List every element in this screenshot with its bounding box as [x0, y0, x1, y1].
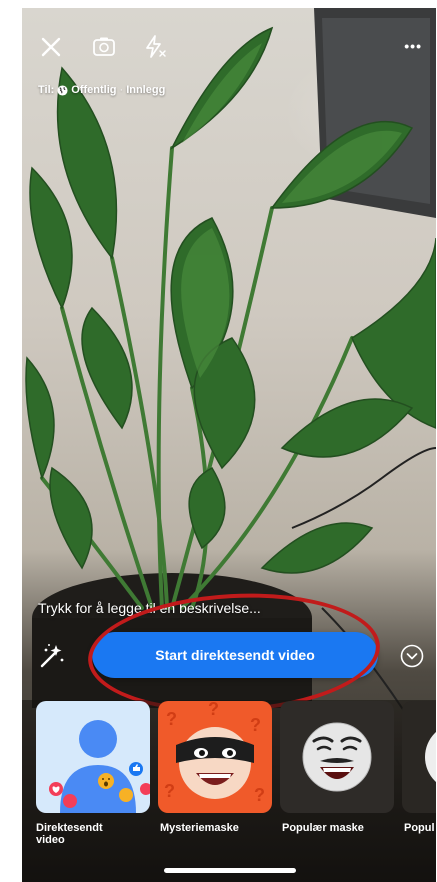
- audience-privacy: Offentlig: [71, 84, 117, 96]
- magic-wand-icon[interactable]: [38, 642, 66, 670]
- effect-label-mystery-mask: Mysteriemaske: [160, 822, 239, 834]
- more-icon[interactable]: •••: [404, 38, 422, 54]
- flip-camera-icon[interactable]: [92, 35, 116, 59]
- effect-tile-mystery-mask[interactable]: ?????: [158, 701, 272, 813]
- popular-mask-icon: [302, 722, 372, 792]
- svg-text:?: ?: [208, 701, 219, 719]
- mystery-mask-icon: ?????: [164, 701, 265, 805]
- chevron-down-icon[interactable]: [400, 644, 424, 668]
- effect-tile-live-video[interactable]: [36, 701, 150, 813]
- audience-prefix: Til:: [38, 84, 55, 96]
- effects-tray: Direktesendt video ????? Mysteriemaske P…: [22, 700, 436, 882]
- globe-icon: [57, 84, 68, 96]
- home-indicator: [164, 868, 296, 873]
- svg-text:?: ?: [166, 709, 177, 729]
- effect-label-live-video: Direktesendt video: [36, 822, 103, 846]
- effect-label-partial: Popul: [404, 822, 435, 834]
- audience-selector[interactable]: Til: Offentlig · Innlegg: [38, 84, 165, 96]
- partial-mask-icon: [425, 731, 436, 783]
- audience-destination: Innlegg: [126, 84, 166, 96]
- close-icon[interactable]: [40, 36, 62, 58]
- svg-text:?: ?: [254, 785, 265, 805]
- effect-tile-popular-mask[interactable]: [280, 701, 394, 813]
- svg-text:?: ?: [250, 715, 261, 735]
- camera-viewfinder[interactable]: ••• Til: Offentlig · Innlegg Trykk for å…: [22, 8, 436, 882]
- effect-tile-partial[interactable]: [402, 701, 436, 813]
- flash-off-icon[interactable]: [142, 34, 168, 60]
- svg-text:?: ?: [164, 781, 175, 801]
- live-avatar-icon: [49, 720, 150, 813]
- audience-separator: ·: [119, 84, 124, 96]
- effect-label-popular-mask: Populær maske: [282, 822, 364, 834]
